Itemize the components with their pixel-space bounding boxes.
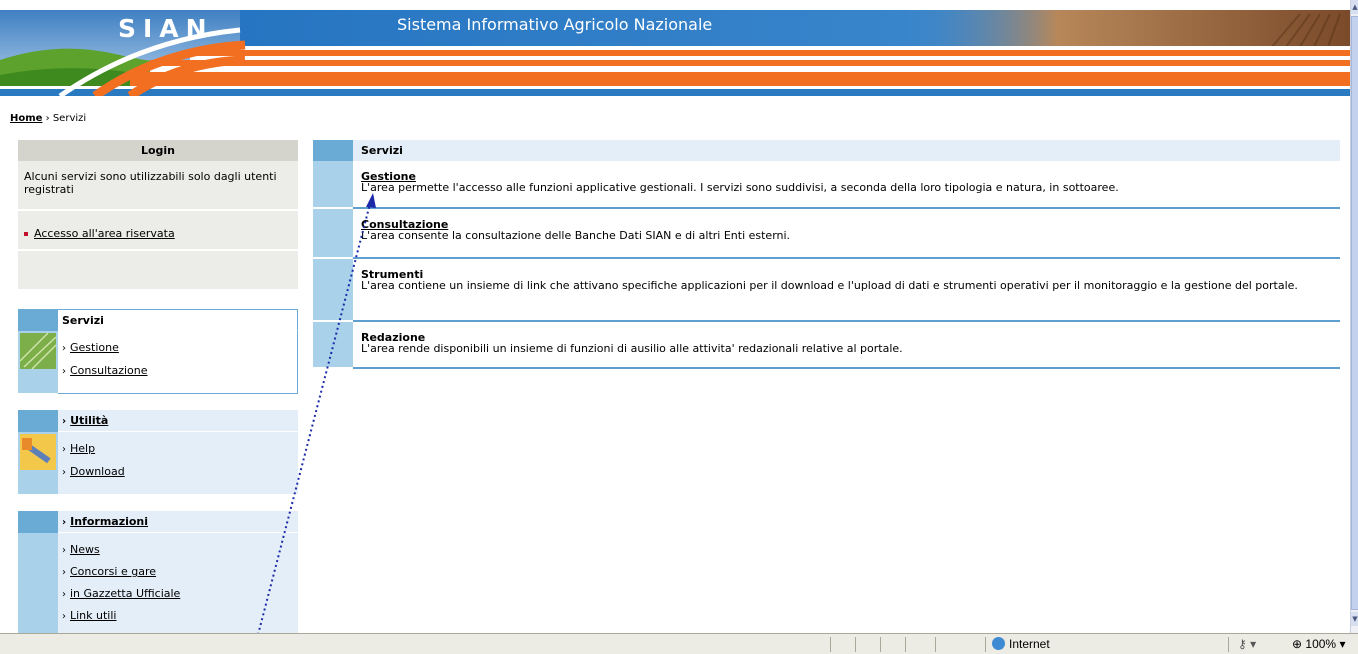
nav-link-concorsi[interactable]: Concorsi e gare <box>70 565 156 578</box>
globe-icon <box>992 637 1005 650</box>
nav-informazioni-side <box>18 533 58 633</box>
site-banner: SIAN Sistema Informativo Agricolo Nazion… <box>0 0 1350 96</box>
service-desc-redazione: L'area rende disponibili un insieme di f… <box>361 342 903 355</box>
breadcrumb-home-link[interactable]: Home <box>10 113 42 124</box>
zoom-level: 100% <box>1305 637 1337 651</box>
chevron-right-icon: › <box>62 467 66 478</box>
nav-link-gazzetta[interactable]: in Gazzetta Ufficiale <box>70 587 180 600</box>
login-link-row: Accesso all'area riservata <box>18 211 298 251</box>
leaf-icon <box>19 332 57 370</box>
chevron-right-icon: › <box>62 366 66 377</box>
chevron-right-icon: › <box>62 567 66 578</box>
nav-link-link-utili[interactable]: Link utili <box>70 609 116 622</box>
vertical-scrollbar[interactable]: ▲ ▼ <box>1350 0 1358 633</box>
service-row-redazione: Redazione L'area rende disponibili un in… <box>313 322 1340 369</box>
login-description: Alcuni servizi sono utilizzabili solo da… <box>18 161 298 211</box>
red-bullet-icon <box>24 232 28 236</box>
login-header: Login <box>18 140 298 161</box>
chevron-down-icon: ▾ <box>1250 637 1257 651</box>
main-services-panel: Servizi Gestione L'area permette l'acces… <box>313 140 1340 369</box>
service-row-gestione: Gestione L'area permette l'accesso alle … <box>313 161 1340 209</box>
login-panel: Login Alcuni servizi sono utilizzabili s… <box>18 140 298 289</box>
nav-utilita: › Utilità › Help › Download <box>18 410 298 494</box>
service-row-consultazione: Consultazione L'area consente la consult… <box>313 209 1340 259</box>
main-header: Servizi <box>353 140 1340 161</box>
chevron-right-icon: › <box>62 545 66 556</box>
nav-servizi-square <box>18 309 58 331</box>
service-desc-strumenti: L'area contiene un insieme di link che a… <box>361 279 1298 292</box>
nav-servizi-header: Servizi <box>58 309 298 331</box>
site-title: Sistema Informativo Agricolo Nazionale <box>397 15 713 34</box>
browser-status-bar: Internet ⚷ ▾ ⊕ 100% ▾ <box>0 633 1358 654</box>
chevron-right-icon: › <box>62 416 67 427</box>
nav-utilita-square <box>18 410 58 432</box>
nav-informazioni-header-link[interactable]: Informazioni <box>70 515 148 528</box>
nav-utilita-image <box>18 432 58 494</box>
lock-icon: ⚷ <box>1238 637 1247 651</box>
nav-utilita-header-link[interactable]: Utilità <box>70 414 108 427</box>
zoom-control[interactable]: ⊕ 100% ▾ <box>1292 637 1345 651</box>
reserved-area-link[interactable]: Accesso all'area riservata <box>34 227 175 240</box>
nav-informazioni-square <box>18 511 58 533</box>
nav-link-gestione[interactable]: Gestione <box>70 341 119 354</box>
chevron-right-icon: › <box>62 517 67 528</box>
scroll-down-icon[interactable]: ▼ <box>1351 612 1358 626</box>
site-logo: SIAN <box>118 14 214 43</box>
nav-link-news[interactable]: News <box>70 543 100 556</box>
tools-icon <box>20 434 56 470</box>
nav-link-help[interactable]: Help <box>70 442 95 455</box>
chevron-right-icon: › <box>62 444 66 455</box>
protected-mode-toggle[interactable]: ⚷ ▾ <box>1238 637 1256 651</box>
chevron-right-icon: › <box>62 343 66 354</box>
service-row-strumenti: Strumenti L'area contiene un insieme di … <box>313 259 1340 322</box>
zone-label: Internet <box>1009 637 1050 651</box>
zoom-icon: ⊕ <box>1292 637 1303 651</box>
service-desc-gestione: L'area permette l'accesso alle funzioni … <box>361 181 1119 194</box>
breadcrumb-current: Servizi <box>52 113 87 124</box>
chevron-right-icon: › <box>62 611 66 622</box>
breadcrumb-separator: › <box>45 113 50 124</box>
breadcrumb: Home › Servizi <box>10 113 86 124</box>
scroll-thumb[interactable] <box>1351 16 1358 610</box>
main-header-square <box>313 140 353 161</box>
login-spacer <box>18 251 298 289</box>
security-zone: Internet <box>992 637 1050 651</box>
nav-link-download[interactable]: Download <box>70 465 125 478</box>
nav-servizi-image <box>18 331 58 393</box>
chevron-right-icon: › <box>62 589 66 600</box>
nav-servizi: Servizi › Gestione › Consultazione <box>18 309 298 394</box>
nav-informazioni: › Informazioni › News › Concorsi e gare › in… <box>18 511 298 637</box>
scroll-up-icon[interactable]: ▲ <box>1351 0 1358 14</box>
chevron-down-icon: ▾ <box>1339 637 1346 651</box>
nav-link-consultazione[interactable]: Consultazione <box>70 364 148 377</box>
service-desc-consultazione: L'area consente la consultazione delle B… <box>361 229 791 242</box>
